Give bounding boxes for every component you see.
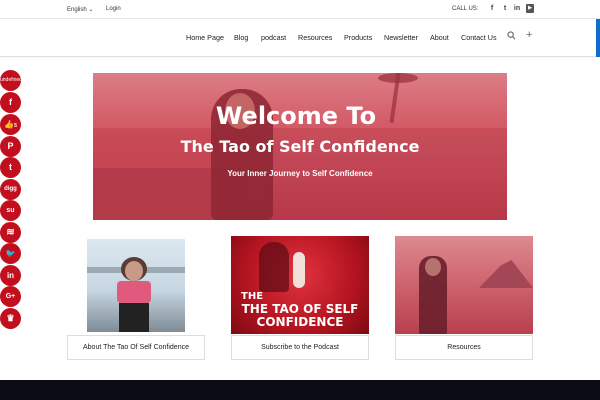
card-podcast[interactable]: THE THE TAO OF SELF CONFIDENCE Subscribe… bbox=[231, 235, 369, 360]
call-us-label: CALL US: bbox=[452, 6, 479, 12]
linkedin-share-icon[interactable]: in bbox=[0, 265, 21, 286]
card-resources-label[interactable]: Resources bbox=[395, 335, 533, 360]
nav-contact-us[interactable]: Contact Us bbox=[461, 33, 497, 42]
nav-accent-bar bbox=[596, 19, 600, 57]
hero-tagline: Your Inner Journey to Self Confidence bbox=[227, 169, 373, 178]
like-icon[interactable]: 👍5 bbox=[0, 114, 21, 135]
facebook-icon[interactable]: f bbox=[488, 4, 496, 13]
shadow-figure bbox=[259, 242, 289, 292]
resources-person-face bbox=[425, 258, 441, 276]
person-face bbox=[125, 261, 143, 281]
facebook-share-icon[interactable]: f bbox=[0, 92, 21, 113]
twitter-share-icon[interactable]: 🐦 bbox=[0, 243, 21, 264]
footer-bar bbox=[0, 380, 600, 400]
person-top bbox=[117, 281, 151, 303]
twitter-icon[interactable]: t bbox=[501, 4, 509, 13]
plus-icon[interactable]: + bbox=[526, 29, 532, 41]
nav-products[interactable]: Products bbox=[344, 33, 372, 42]
hero-subtitle: The Tao of Self Confidence bbox=[180, 137, 420, 156]
podcast-cover-line-2: THE TAO OF SELF CONFIDENCE bbox=[241, 302, 359, 329]
card-resources-image[interactable] bbox=[395, 236, 533, 334]
podcast-cover-text: THE THE TAO OF SELF CONFIDENCE bbox=[231, 290, 369, 329]
nav-newsletter[interactable]: Newsletter bbox=[384, 33, 418, 42]
card-podcast-label[interactable]: Subscribe to the Podcast bbox=[231, 335, 369, 360]
main-nav: Home Page Blog podcast Resources Product… bbox=[0, 19, 600, 57]
card-resources[interactable]: Resources bbox=[395, 235, 533, 360]
digg-icon[interactable]: digg bbox=[0, 179, 21, 200]
share-icon[interactable]: undefined bbox=[0, 70, 22, 91]
crown-icon[interactable]: ♛ bbox=[0, 308, 21, 329]
linkedin-icon[interactable]: in bbox=[513, 4, 521, 13]
top-bar: English ⌄ Login CALL US: f t in ▶ bbox=[0, 0, 600, 19]
nav-home-page[interactable]: Home Page bbox=[186, 33, 224, 42]
googleplus-icon[interactable]: G+ bbox=[0, 286, 21, 307]
card-podcast-image[interactable]: THE THE TAO OF SELF CONFIDENCE bbox=[231, 236, 369, 334]
nav-about[interactable]: About bbox=[430, 33, 449, 42]
hero-title: Welcome To bbox=[215, 102, 377, 130]
tumblr-icon[interactable]: t bbox=[0, 157, 21, 178]
mountain bbox=[479, 260, 533, 288]
login-link[interactable]: Login bbox=[106, 6, 121, 12]
share-label: undefined bbox=[0, 77, 22, 83]
language-selector[interactable]: English ⌄ bbox=[67, 6, 93, 13]
nav-resources[interactable]: Resources bbox=[298, 33, 332, 42]
search-icon[interactable] bbox=[507, 31, 516, 42]
buffer-icon[interactable]: ≋ bbox=[0, 222, 21, 243]
nav-podcast[interactable]: podcast bbox=[261, 33, 286, 42]
pinterest-icon[interactable]: P bbox=[0, 136, 21, 157]
person-skirt bbox=[119, 303, 149, 332]
youtube-icon[interactable]: ▶ bbox=[526, 4, 534, 13]
share-count: 5 bbox=[14, 123, 17, 129]
card-about-label[interactable]: About The Tao Of Self Confidence bbox=[67, 335, 205, 360]
card-about-image[interactable] bbox=[87, 239, 185, 332]
hero-banner[interactable]: Welcome To The Tao of Self Confidence Yo… bbox=[93, 73, 507, 220]
podcast-figure bbox=[293, 252, 305, 288]
card-about[interactable]: About The Tao Of Self Confidence bbox=[67, 235, 205, 360]
nav-blog[interactable]: Blog bbox=[234, 33, 248, 42]
stumbleupon-icon[interactable]: su bbox=[0, 200, 21, 221]
